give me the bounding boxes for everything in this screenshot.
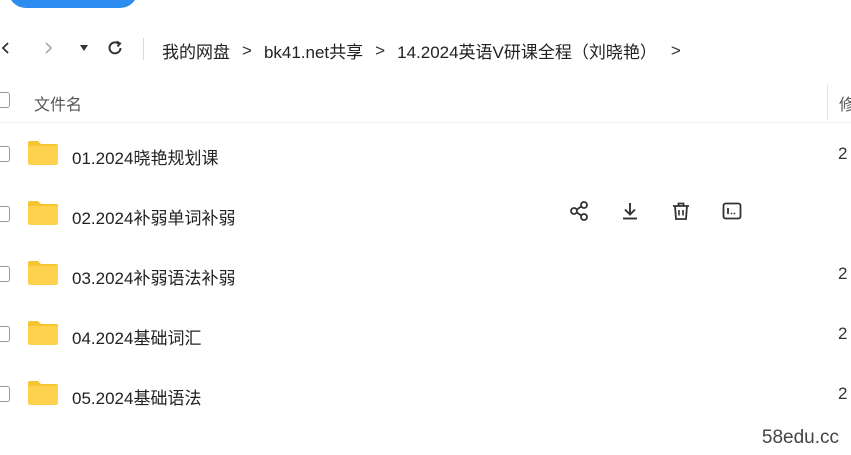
row-checkbox[interactable]	[0, 206, 10, 222]
folder-icon	[28, 261, 58, 285]
top-action-button[interactable]	[8, 0, 138, 8]
watermark-text: 58edu.cc	[761, 427, 839, 448]
breadcrumb-separator[interactable]: >	[671, 41, 681, 61]
chevron-right-icon[interactable]	[36, 36, 60, 60]
caret-down-icon[interactable]	[72, 36, 96, 60]
download-icon[interactable]	[617, 198, 643, 224]
navigation-bar: 我的网盘 > bk41.net共享 > 14.2024英语V研课全程（刘晓艳） …	[0, 28, 851, 68]
folder-icon	[28, 201, 58, 225]
table-row[interactable]: 03.2024补弱语法补弱 2	[0, 244, 851, 304]
select-all-checkbox[interactable]	[0, 92, 10, 108]
folder-icon	[28, 141, 58, 165]
modified-date: 2	[838, 324, 848, 343]
row-checkbox[interactable]	[0, 266, 10, 282]
toolbar-divider	[143, 38, 144, 60]
file-name[interactable]: 03.2024补弱语法补弱	[72, 264, 235, 289]
breadcrumb-item-current[interactable]: 14.2024英语V研课全程（刘晓艳）	[397, 38, 657, 63]
share-icon[interactable]	[566, 198, 592, 224]
folder-icon	[28, 321, 58, 345]
breadcrumb: 我的网盘 > bk41.net共享 > 14.2024英语V研课全程（刘晓艳） …	[162, 38, 693, 63]
delete-icon[interactable]	[668, 198, 694, 224]
file-name[interactable]: 01.2024晓艳规划课	[72, 144, 218, 169]
column-divider[interactable]	[827, 84, 828, 120]
refresh-icon[interactable]	[103, 36, 127, 60]
breadcrumb-separator: >	[375, 40, 386, 60]
row-checkbox[interactable]	[0, 326, 10, 342]
breadcrumb-item-shared[interactable]: bk41.net共享	[264, 38, 363, 63]
rename-icon[interactable]	[719, 198, 745, 224]
breadcrumb-separator: >	[242, 40, 252, 60]
column-header-modified[interactable]: 修	[839, 91, 851, 115]
file-name[interactable]: 04.2024基础词汇	[72, 324, 201, 349]
modified-date: 2	[838, 144, 848, 163]
table-row[interactable]: 05.2024基础语法 2	[0, 364, 851, 424]
table-row[interactable]: 02.2024补弱单词补弱	[0, 184, 851, 244]
modified-date: 2	[838, 384, 848, 403]
row-checkbox[interactable]	[0, 146, 10, 162]
row-checkbox[interactable]	[0, 386, 10, 402]
file-name[interactable]: 05.2024基础语法	[72, 384, 201, 409]
table-header: 文件名 修	[0, 78, 851, 123]
chevron-left-icon[interactable]	[0, 36, 18, 60]
folder-icon	[28, 381, 58, 405]
modified-date: 2	[838, 264, 848, 283]
column-header-name[interactable]: 文件名	[34, 91, 82, 115]
table-row[interactable]: 04.2024基础词汇 2	[0, 304, 851, 364]
row-actions	[566, 198, 770, 224]
table-row[interactable]: 01.2024晓艳规划课 2	[0, 124, 851, 184]
file-name[interactable]: 02.2024补弱单词补弱	[72, 204, 235, 229]
breadcrumb-item-root[interactable]: 我的网盘	[162, 38, 230, 63]
